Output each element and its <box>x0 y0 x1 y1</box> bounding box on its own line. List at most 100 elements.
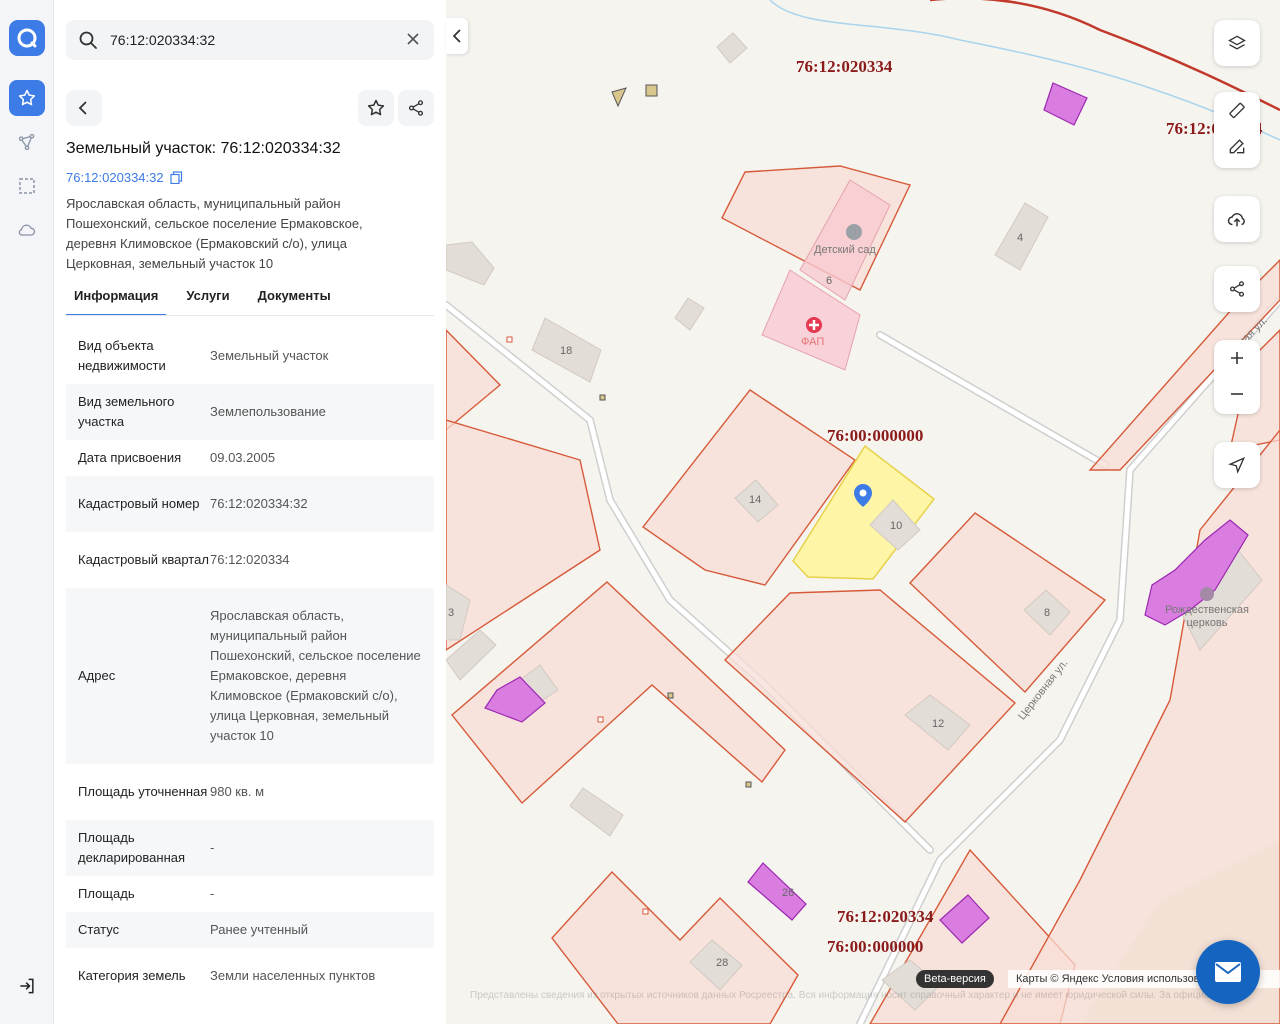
app-root: 76:12:020334:32 Земельный участок: 76:12… <box>0 0 1280 1024</box>
row-key: Статус <box>78 922 120 937</box>
logo-icon[interactable] <box>9 20 45 56</box>
house-number: 3 <box>448 607 455 619</box>
collapse-panel-button[interactable] <box>446 18 468 54</box>
table-row: Статус Ранее учтенный <box>66 912 434 948</box>
poi-fap-label: ФАП <box>801 336 825 348</box>
poi-church-label: Рождественская церковь <box>1165 604 1249 629</box>
church-icon <box>1200 587 1214 601</box>
poi-kindergarten-label: Детский сад <box>814 244 876 256</box>
route-icon[interactable] <box>9 124 45 160</box>
marker <box>642 908 649 915</box>
edit-icon <box>1229 139 1245 154</box>
row-key: Адрес <box>78 668 116 683</box>
row-value: - <box>210 886 215 901</box>
table-row: Категория земель Земли населенных пунктов <box>66 948 434 1004</box>
cadastral-label: 76:00:000000 <box>827 426 924 445</box>
building <box>446 241 495 286</box>
ruler-icon <box>1229 102 1245 119</box>
house-number: 14 <box>749 494 762 506</box>
building <box>674 297 705 331</box>
oks <box>747 862 807 921</box>
table-row: Площадь - <box>66 876 434 912</box>
table-row: Адрес Ярославская область, муниципальный … <box>66 588 434 764</box>
cloud-upload-icon <box>1227 213 1245 227</box>
row-value: Земли населенных пунктов <box>210 968 376 983</box>
marker <box>645 84 658 97</box>
chevron-left-icon <box>452 29 461 43</box>
map-share-button[interactable] <box>1214 266 1260 312</box>
house-number: 12 <box>932 718 945 730</box>
layers-icon <box>1228 35 1246 50</box>
house-number: 18 <box>560 345 573 357</box>
star-icon <box>367 99 385 116</box>
layers-button[interactable] <box>1214 20 1260 66</box>
mail-icon <box>1215 962 1241 982</box>
left-rail <box>0 0 54 1024</box>
share-button[interactable] <box>398 90 434 126</box>
search-icon <box>78 30 98 50</box>
tab-information[interactable]: Информация <box>66 284 167 316</box>
house-number: 6 <box>826 275 833 287</box>
share-icon <box>1229 281 1245 297</box>
cadastral-label: 76:00:000000 <box>827 937 924 956</box>
search-input[interactable]: 76:12:020334:32 <box>110 32 406 48</box>
table-row: Кадастровый квартал 76:12:020334 <box>66 532 434 588</box>
house-number: 8 <box>1044 607 1051 619</box>
mail-button[interactable] <box>1196 940 1260 1004</box>
cloud-icon[interactable] <box>9 212 45 248</box>
zoom-in-button[interactable] <box>1214 340 1260 376</box>
upload-button[interactable] <box>1214 196 1260 242</box>
row-value: 76:12:020334 <box>210 552 290 567</box>
copy-icon[interactable] <box>170 171 183 184</box>
table-row: Вид земельного участка Землепользование <box>66 384 434 440</box>
geolocation-button[interactable] <box>1214 442 1260 488</box>
favorites-star-icon[interactable] <box>9 80 45 116</box>
map-canvas[interactable]: 76:12:020334 76:12:020334 76:00:000000 7… <box>446 0 1280 1024</box>
navigation-arrow-icon <box>1228 456 1246 474</box>
ruler-button[interactable] <box>1214 92 1260 128</box>
tab-services[interactable]: Услуги <box>178 284 237 316</box>
logout-icon[interactable] <box>9 968 45 1004</box>
search-bar[interactable]: 76:12:020334:32 <box>66 20 434 60</box>
tabs-divider <box>66 315 434 316</box>
favorite-button[interactable] <box>358 90 394 126</box>
table-row: Площадь декларированная - <box>66 820 434 876</box>
row-key: Вид земельного участка <box>78 394 175 429</box>
tab-documents[interactable]: Документы <box>250 284 339 316</box>
marker <box>745 781 752 788</box>
row-key: Дата присвоения <box>78 450 182 465</box>
row-key: Площадь уточненная <box>78 784 208 799</box>
cadastral-link[interactable]: 76:12:020334:32 <box>66 170 183 185</box>
table-row: Кадастровый номер 76:12:020334:32 <box>66 476 434 532</box>
row-value: Земельный участок <box>210 348 329 363</box>
map-drawing <box>446 0 1280 1024</box>
chevron-left-icon <box>78 101 87 115</box>
zoom-out-button[interactable] <box>1214 376 1260 412</box>
oks <box>1043 82 1088 126</box>
marker <box>506 336 513 343</box>
row-value: Землепользование <box>210 404 326 419</box>
parcel-address: Ярославская область, муниципальный район… <box>66 196 363 271</box>
house-number: 28 <box>716 957 729 969</box>
tab-bar: Информация Услуги Документы <box>66 284 434 316</box>
kindergarten-icon <box>846 224 862 240</box>
beta-badge: Beta-версия <box>916 970 994 988</box>
cadastral-link-text[interactable]: 76:12:020334:32 <box>66 170 164 185</box>
back-button[interactable] <box>66 90 102 126</box>
house-number: 26 <box>782 887 795 899</box>
row-key: Площадь декларированная <box>78 830 186 865</box>
edit-button[interactable] <box>1214 128 1260 164</box>
row-value: 76:12:020334:32 <box>210 496 308 511</box>
disclaimer-text: Представлены сведения из открытых источн… <box>470 990 1230 1001</box>
tools-group <box>1214 92 1260 168</box>
marker <box>599 394 606 401</box>
marker <box>667 692 674 699</box>
table-row: Площадь уточненная 980 кв. м <box>66 764 434 820</box>
page-title: Земельный участок: 76:12:020334:32 <box>66 140 341 157</box>
row-key: Кадастровый номер <box>78 496 200 511</box>
cadastral-label: 76:12:020334 <box>796 57 893 76</box>
close-icon[interactable] <box>406 32 422 48</box>
marker <box>611 87 627 108</box>
cadastral-label: 76:12:020334 <box>837 907 934 926</box>
selection-icon[interactable] <box>9 168 45 204</box>
